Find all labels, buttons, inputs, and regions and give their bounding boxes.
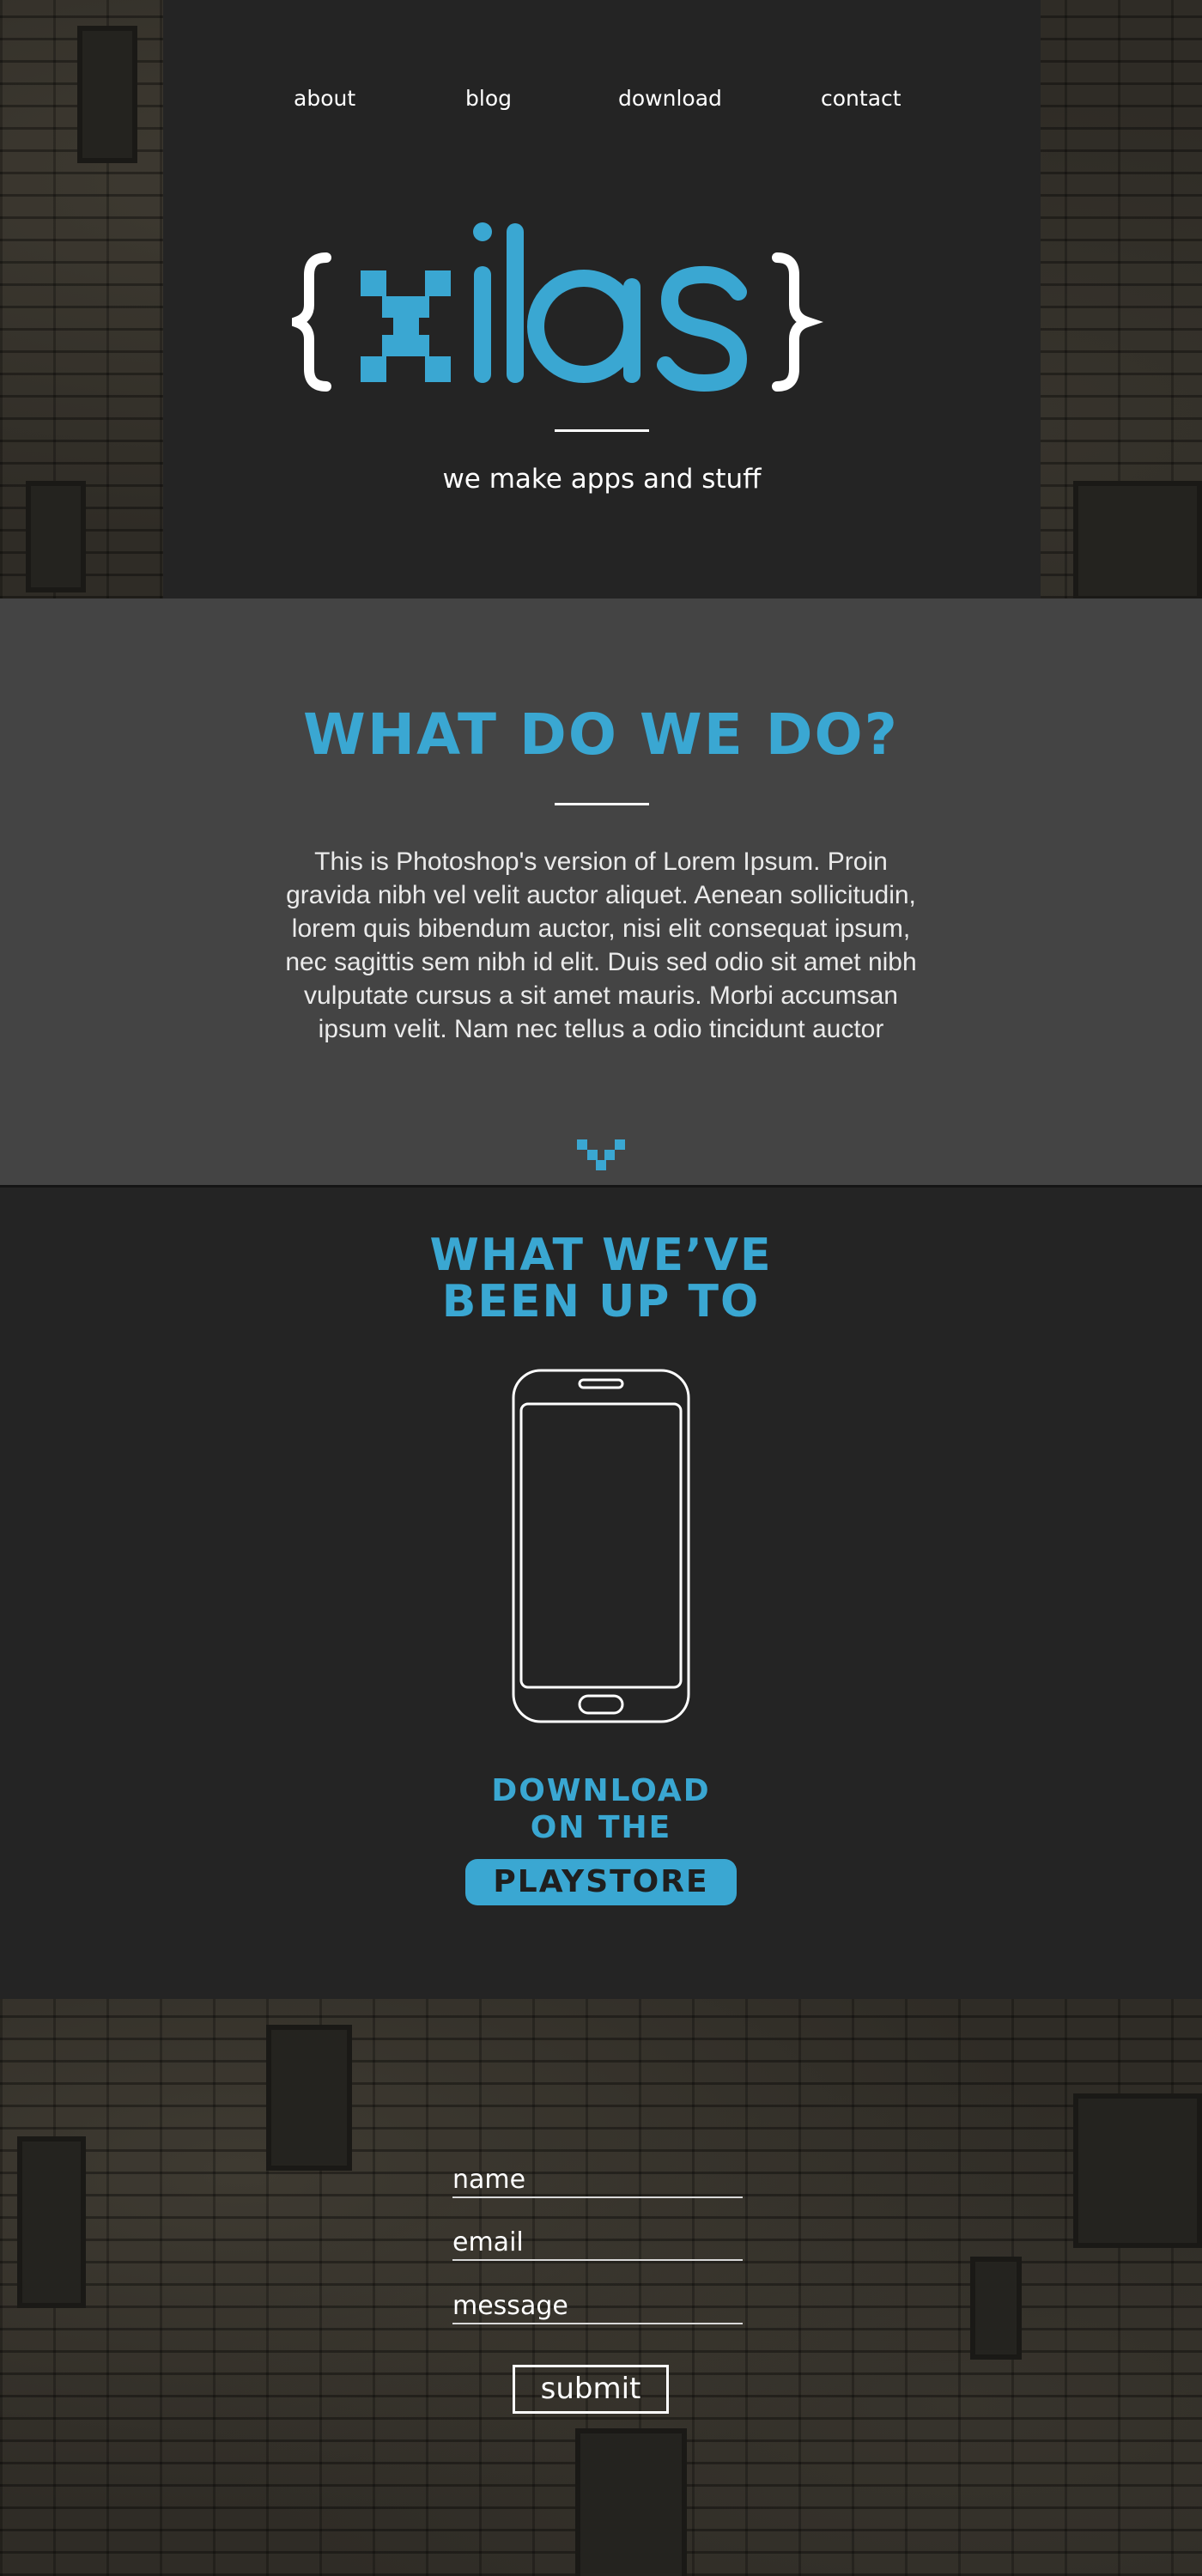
nav-link-contact[interactable]: contact <box>821 86 902 111</box>
projects-title-line2: BEEN UP TO <box>441 1276 761 1327</box>
section-divider <box>555 803 649 805</box>
email-field[interactable]: email <box>452 2227 743 2261</box>
nav-link-blog[interactable]: blog <box>465 86 512 111</box>
projects-section: WHAT WE’VE BEEN UP TO DOWNLOAD ON THE PL… <box>0 1188 1202 1999</box>
xilas-logo <box>292 222 823 392</box>
email-placeholder: email <box>452 2227 524 2257</box>
brick-background-bottom <box>0 1999 1202 2576</box>
window-decoration <box>1073 481 1202 601</box>
section-body-text: This is Photoshop's version of Lorem Ips… <box>285 848 917 1043</box>
nav-link-download[interactable]: download <box>618 86 722 111</box>
download-text-line2: ON THE <box>530 1810 672 1845</box>
main-nav: about blog download contact <box>163 86 1041 120</box>
name-field[interactable]: name <box>452 2164 743 2198</box>
name-placeholder: name <box>452 2165 526 2195</box>
playstore-button[interactable]: PLAYSTORE <box>465 1859 737 1905</box>
window-decoration <box>77 26 137 163</box>
projects-title-line1: WHAT WE’VE <box>429 1230 773 1281</box>
tagline: we make apps and stuff <box>442 464 762 495</box>
window-decoration <box>575 2428 687 2576</box>
window-decoration <box>970 2257 1022 2360</box>
window-decoration <box>266 2025 352 2171</box>
window-decoration <box>17 2136 86 2308</box>
header-divider <box>555 429 649 432</box>
phone-icon <box>512 1369 690 1723</box>
window-decoration <box>26 481 86 592</box>
download-text-line1: DOWNLOAD <box>491 1773 711 1808</box>
chevron-down-icon[interactable] <box>577 1139 625 1172</box>
what-we-do-section: WHAT DO WE DO? This is Photoshop's versi… <box>0 598 1202 1187</box>
section-title: WHAT DO WE DO? <box>303 702 899 768</box>
message-placeholder: message <box>452 2291 568 2321</box>
projects-title: WHAT WE’VE BEEN UP TO <box>0 1232 1202 1325</box>
message-field[interactable]: message <box>452 2290 743 2324</box>
submit-button[interactable]: submit <box>513 2365 669 2414</box>
window-decoration <box>1073 2093 1202 2248</box>
nav-link-about[interactable]: about <box>294 86 355 111</box>
site-header: about blog download contact we make apps… <box>163 0 1041 598</box>
